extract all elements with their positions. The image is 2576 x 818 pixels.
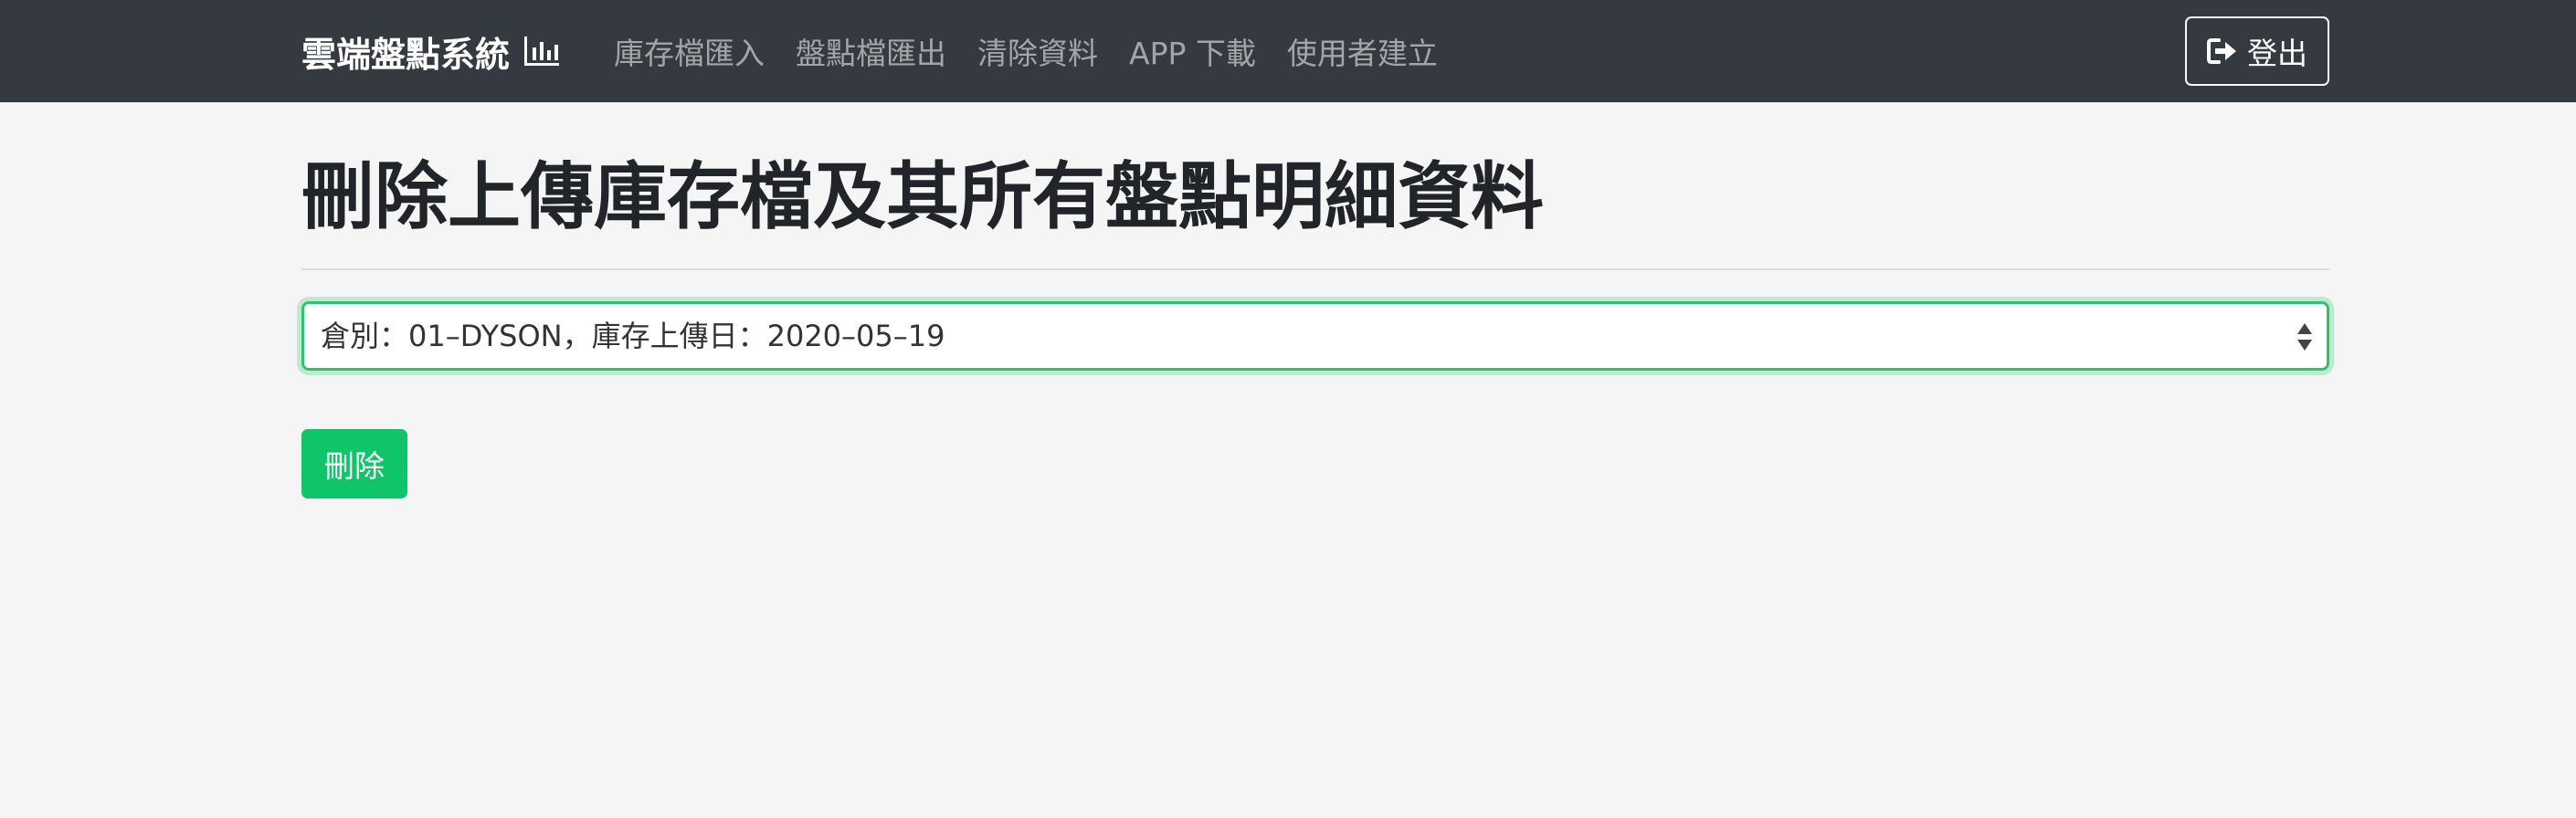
brand-title: 雲端盤點系統 bbox=[301, 34, 511, 75]
select-value: 倉別：01–DYSON，庫存上傳日：2020–05–19 bbox=[321, 319, 945, 353]
nav-link-inventory-import[interactable]: 庫存檔匯入 bbox=[614, 29, 765, 73]
logout-button[interactable]: 登出 bbox=[2185, 16, 2329, 86]
delete-button[interactable]: 刪除 bbox=[301, 429, 407, 498]
logout-label: 登出 bbox=[2247, 36, 2307, 71]
brand[interactable]: 雲端盤點系統 bbox=[301, 26, 561, 77]
sign-out-icon bbox=[2207, 38, 2236, 64]
nav-link-create-user[interactable]: 使用者建立 bbox=[1287, 29, 1438, 73]
top-navbar: 雲端盤點系統 庫存檔匯入 盤點檔匯出 清除資料 APP 下載 使用者建立 登出 bbox=[0, 0, 2576, 102]
page-title: 刪除上傳庫存檔及其所有盤點明細資料 bbox=[301, 154, 1544, 239]
nav-link-clear-data[interactable]: 清除資料 bbox=[977, 29, 1098, 73]
warehouse-file-select[interactable]: 倉別：01–DYSON，庫存上傳日：2020–05–19 bbox=[301, 301, 2329, 371]
nav-link-app-download[interactable]: APP 下載 bbox=[1129, 29, 1256, 73]
select-arrows-icon bbox=[2297, 323, 2312, 351]
bar-chart-icon bbox=[524, 37, 560, 66]
nav-links: 庫存檔匯入 盤點檔匯出 清除資料 APP 下載 使用者建立 bbox=[614, 26, 1469, 77]
nav-link-count-export[interactable]: 盤點檔匯出 bbox=[796, 29, 946, 73]
title-divider bbox=[301, 268, 2329, 270]
